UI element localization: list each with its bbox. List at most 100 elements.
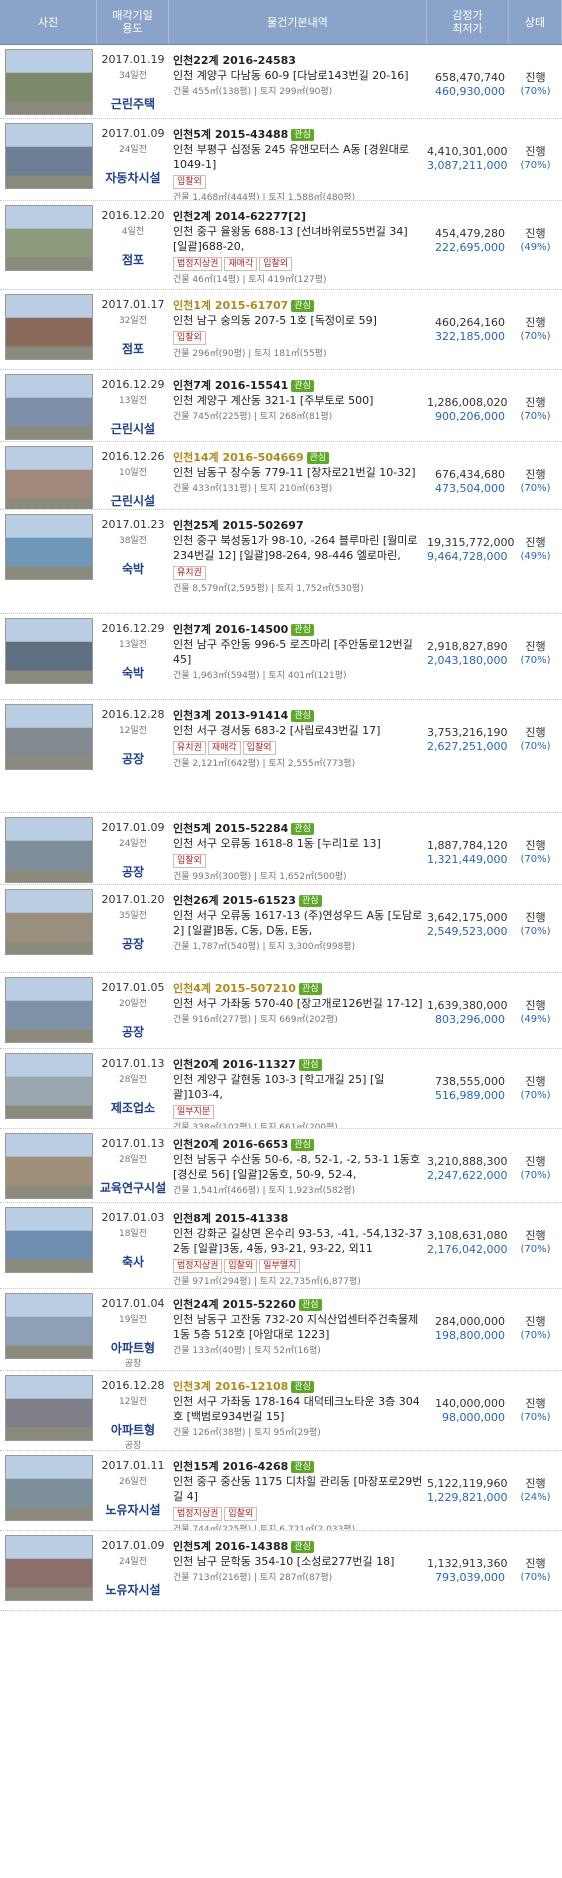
info-cell[interactable]: 인천2계 2014-62277[2] 인천 중구 율왕동 688-13 [선녀바… xyxy=(169,201,427,289)
photo-cell[interactable] xyxy=(0,290,97,369)
interest-badge[interactable]: 관심 xyxy=(291,823,314,835)
table-row[interactable]: 2017.01.03 18일전 축사 인천8계 2015-41338 인천 강화… xyxy=(0,1203,562,1289)
photo-cell[interactable] xyxy=(0,201,97,289)
case-number-link[interactable]: 인천3계 2013-91414 xyxy=(173,709,288,722)
photo-cell[interactable] xyxy=(0,614,97,699)
photo-cell[interactable] xyxy=(0,1371,97,1450)
table-row[interactable]: 2017.01.13 28일전 교육연구시설 인천20계 2016-6653 관심… xyxy=(0,1129,562,1203)
photo-cell[interactable] xyxy=(0,1203,97,1288)
case-number-link[interactable]: 인천25계 2015-502697 xyxy=(173,519,304,532)
photo-cell[interactable] xyxy=(0,119,97,200)
photo-cell[interactable] xyxy=(0,1531,97,1610)
case-number-link[interactable]: 인천5계 2016-14388 xyxy=(173,1540,288,1553)
case-number-link[interactable]: 인천24계 2015-52260 xyxy=(173,1298,296,1311)
case-number-link[interactable]: 인천14계 2016-504669 xyxy=(173,451,304,464)
interest-badge[interactable]: 관심 xyxy=(298,983,322,995)
case-number-link[interactable]: 인천2계 2014-62277[2] xyxy=(173,210,306,223)
interest-badge[interactable]: 관심 xyxy=(291,1541,314,1553)
interest-badge[interactable]: 관심 xyxy=(298,1299,322,1311)
info-cell[interactable]: 인천8계 2015-41338 인천 강화군 길상면 온수리 93-53, -4… xyxy=(169,1203,427,1288)
info-cell[interactable]: 인천3계 2016-12108 관심 인천 서구 가좌동 178-164 대덕테크… xyxy=(169,1371,427,1450)
case-number-link[interactable]: 인천20계 2016-6653 xyxy=(173,1138,288,1151)
case-number-link[interactable]: 인천5계 2015-52284 xyxy=(173,822,288,835)
property-photo[interactable] xyxy=(4,49,93,115)
property-photo[interactable] xyxy=(4,704,93,770)
property-photo[interactable] xyxy=(4,205,93,271)
photo-cell[interactable] xyxy=(0,885,97,972)
info-cell[interactable]: 인천22계 2016-24583 인천 계양구 다남동 60-9 [다남로143… xyxy=(169,45,427,118)
table-row[interactable]: 2017.01.19 34일전 근린주택 인천22계 2016-24583 인천… xyxy=(0,45,562,119)
info-cell[interactable]: 인천24계 2015-52260 관심 인천 남동구 고잔동 732-20 지식산… xyxy=(169,1289,427,1370)
table-row[interactable]: 2016.12.29 13일전 근린시설 인천7계 2016-15541 관심 인… xyxy=(0,370,562,442)
table-row[interactable]: 2017.01.09 24일전 자동차시설 인천5계 2015-43488 관심 … xyxy=(0,119,562,201)
table-row[interactable]: 2017.01.23 38일전 숙박 인천25계 2015-502697 인천 … xyxy=(0,510,562,614)
info-cell[interactable]: 인천7계 2016-14500 관심 인천 남구 주안동 996-5 로즈마리 [… xyxy=(169,614,427,699)
property-photo[interactable] xyxy=(4,817,93,883)
table-row[interactable]: 2017.01.09 24일전 노유자시설 인천5계 2016-14388 관심 … xyxy=(0,1531,562,1611)
case-number-link[interactable]: 인천1계 2015-61707 xyxy=(173,299,288,312)
interest-badge[interactable]: 관심 xyxy=(298,895,322,907)
case-number-link[interactable]: 인천4계 2015-507210 xyxy=(173,982,296,995)
case-number-link[interactable]: 인천26계 2015-61523 xyxy=(173,894,296,907)
info-cell[interactable]: 인천5계 2016-14388 관심 인천 남구 문학동 354-10 [소성로2… xyxy=(169,1531,427,1610)
case-number-link[interactable]: 인천8계 2015-41338 xyxy=(173,1212,288,1225)
interest-badge[interactable]: 관심 xyxy=(291,1381,314,1393)
case-number-link[interactable]: 인천15계 2016-4268 xyxy=(173,1460,288,1473)
table-row[interactable]: 2017.01.04 19일전 아파트형 공장 인천24계 2015-52260… xyxy=(0,1289,562,1371)
property-photo[interactable] xyxy=(4,1133,93,1199)
property-photo[interactable] xyxy=(4,1455,93,1521)
info-cell[interactable]: 인천1계 2015-61707 관심 인천 남구 숭의동 207-5 1호 [독정… xyxy=(169,290,427,369)
property-photo[interactable] xyxy=(4,123,93,189)
info-cell[interactable]: 인천20계 2016-6653 관심 인천 남동구 수산동 50-6, -8, 5… xyxy=(169,1129,427,1202)
table-row[interactable]: 2017.01.09 24일전 공장 인천5계 2015-52284 관심 인천 … xyxy=(0,813,562,885)
info-cell[interactable]: 인천15계 2016-4268 관심 인천 중구 중산동 1175 디차힐 관리동… xyxy=(169,1451,427,1530)
photo-cell[interactable] xyxy=(0,1129,97,1202)
info-cell[interactable]: 인천25계 2015-502697 인천 중구 북성동1가 98-10, -26… xyxy=(169,510,427,613)
table-row[interactable]: 2017.01.20 35일전 공장 인천26계 2015-61523 관심 인천… xyxy=(0,885,562,973)
photo-cell[interactable] xyxy=(0,442,97,509)
interest-badge[interactable]: 관심 xyxy=(291,300,314,312)
photo-cell[interactable] xyxy=(0,45,97,118)
table-row[interactable]: 2016.12.29 13일전 숙박 인천7계 2016-14500 관심 인천 … xyxy=(0,614,562,700)
info-cell[interactable]: 인천5계 2015-52284 관심 인천 서구 오류동 1618-8 1동 [누… xyxy=(169,813,427,884)
info-cell[interactable]: 인천5계 2015-43488 관심 인천 부평구 십정동 245 유앤모터스 A… xyxy=(169,119,427,200)
property-photo[interactable] xyxy=(4,977,93,1043)
table-row[interactable]: 2016.12.26 10일전 근린시설 인천14계 2016-504669 관심… xyxy=(0,442,562,510)
photo-cell[interactable] xyxy=(0,813,97,884)
table-row[interactable]: 2016.12.20 4일전 점포 인천2계 2014-62277[2] 인천 … xyxy=(0,201,562,290)
property-photo[interactable] xyxy=(4,1207,93,1273)
case-number-link[interactable]: 인천5계 2015-43488 xyxy=(173,128,288,141)
info-cell[interactable]: 인천20계 2016-11327 관심 인천 계양구 갈현동 103-3 [학고개… xyxy=(169,1049,427,1128)
info-cell[interactable]: 인천14계 2016-504669 관심 인천 남동구 장수동 779-11 [장… xyxy=(169,442,427,509)
property-photo[interactable] xyxy=(4,1375,93,1441)
interest-badge[interactable]: 관심 xyxy=(291,710,314,722)
info-cell[interactable]: 인천26계 2015-61523 관심 인천 서구 오류동 1617-13 (주)… xyxy=(169,885,427,972)
table-row[interactable]: 2017.01.17 32일전 점포 인천1계 2015-61707 관심 인천 … xyxy=(0,290,562,370)
property-photo[interactable] xyxy=(4,889,93,955)
photo-cell[interactable] xyxy=(0,510,97,613)
info-cell[interactable]: 인천7계 2016-15541 관심 인천 계양구 계산동 321-1 [주부토로… xyxy=(169,370,427,441)
case-number-link[interactable]: 인천20계 2016-11327 xyxy=(173,1058,296,1071)
case-number-link[interactable]: 인천22계 2016-24583 xyxy=(173,54,296,67)
photo-cell[interactable] xyxy=(0,700,97,812)
interest-badge[interactable]: 관심 xyxy=(291,129,314,141)
interest-badge[interactable]: 관심 xyxy=(291,380,314,392)
case-number-link[interactable]: 인천7계 2016-14500 xyxy=(173,623,288,636)
interest-badge[interactable]: 관심 xyxy=(291,624,314,636)
photo-cell[interactable] xyxy=(0,370,97,441)
interest-badge[interactable]: 관심 xyxy=(298,1059,322,1071)
photo-cell[interactable] xyxy=(0,1049,97,1128)
info-cell[interactable]: 인천4계 2015-507210 관심 인천 서구 가좌동 570-40 [장고개… xyxy=(169,973,427,1048)
property-photo[interactable] xyxy=(4,374,93,440)
info-cell[interactable]: 인천3계 2013-91414 관심 인천 서구 경서동 683-2 [사립로43… xyxy=(169,700,427,812)
property-photo[interactable] xyxy=(4,618,93,684)
photo-cell[interactable] xyxy=(0,1451,97,1530)
table-row[interactable]: 2017.01.11 26일전 노유자시설 인천15계 2016-4268 관심 … xyxy=(0,1451,562,1531)
interest-badge[interactable]: 관심 xyxy=(291,1461,314,1473)
table-row[interactable]: 2017.01.05 20일전 공장 인천4계 2015-507210 관심 인천… xyxy=(0,973,562,1049)
property-photo[interactable] xyxy=(4,1293,93,1359)
photo-cell[interactable] xyxy=(0,973,97,1048)
property-photo[interactable] xyxy=(4,294,93,360)
case-number-link[interactable]: 인천3계 2016-12108 xyxy=(173,1380,288,1393)
property-photo[interactable] xyxy=(4,1053,93,1119)
